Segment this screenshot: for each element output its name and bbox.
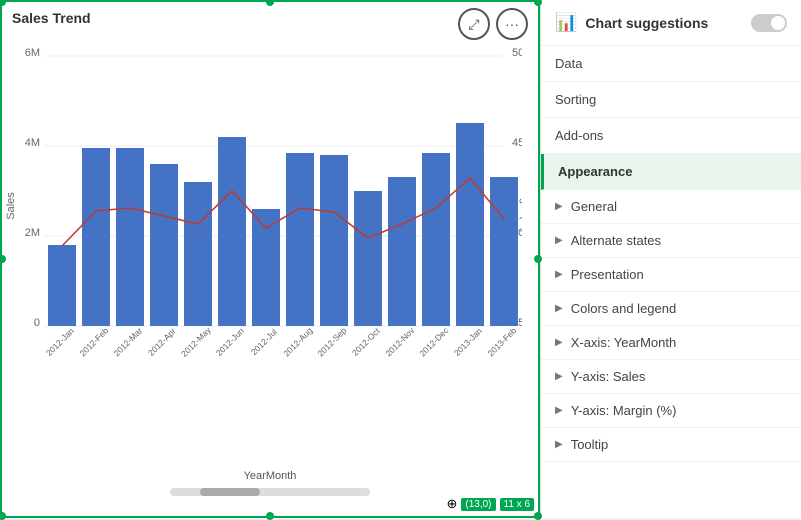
resize-handle-bm[interactable] — [266, 512, 274, 520]
section-x-axis-yearmonth[interactable]: ▶ X-axis: YearMonth — [541, 326, 801, 360]
section-tooltip[interactable]: ▶ Tooltip — [541, 428, 801, 462]
section-general-label: General — [571, 199, 617, 214]
bar-2012-oct[interactable] — [354, 191, 382, 326]
svg-text:2M: 2M — [25, 227, 40, 239]
corner-icon: ⊕ — [446, 496, 457, 512]
svg-text:2012-Jul: 2012-Jul — [249, 327, 279, 357]
section-presentation[interactable]: ▶ Presentation — [541, 258, 801, 292]
chevron-general: ▶ — [555, 201, 563, 212]
bar-2012-mar[interactable] — [116, 148, 144, 326]
svg-text:2012-Nov: 2012-Nov — [383, 325, 417, 359]
chevron-y-axis-margin: ▶ — [555, 405, 563, 416]
svg-text:2012-Jan: 2012-Jan — [44, 326, 76, 358]
section-general[interactable]: ▶ General — [541, 190, 801, 224]
svg-text:2012-Apr: 2012-Apr — [146, 326, 178, 358]
section-tooltip-label: Tooltip — [571, 437, 609, 452]
resize-handle-bl[interactable] — [0, 512, 6, 520]
svg-text:Margin (%): Margin (%) — [519, 179, 522, 233]
chart-container: ⤢ ··· Sales Trend 6M 4M 2M 0 50 45 40 35… — [0, 0, 540, 518]
section-alternate-states-label: Alternate states — [571, 233, 661, 248]
chevron-y-axis-sales: ▶ — [555, 371, 563, 382]
bar-2012-may[interactable] — [184, 182, 212, 326]
svg-text:2012-Feb: 2012-Feb — [77, 325, 110, 358]
chart-suggestions-icon: 📊 — [555, 12, 577, 33]
chart-corner-info: ⊕ (13,0) 11 x 6 — [446, 496, 534, 512]
svg-text:2012-Aug: 2012-Aug — [281, 325, 314, 358]
section-presentation-label: Presentation — [571, 267, 644, 282]
svg-text:2012-Mar: 2012-Mar — [111, 325, 144, 358]
svg-text:2012-Sep: 2012-Sep — [315, 325, 348, 358]
bar-2012-nov[interactable] — [388, 177, 416, 326]
bar-2012-jan[interactable] — [48, 245, 76, 326]
svg-text:Sales: Sales — [5, 192, 17, 220]
nav-item-appearance[interactable]: Appearance — [541, 154, 801, 190]
chart-scrollbar[interactable] — [170, 488, 370, 496]
panel-nav: Data Sorting Add-ons Appearance ▶ Genera… — [541, 46, 801, 462]
chevron-presentation: ▶ — [555, 269, 563, 280]
resize-handle-br[interactable] — [534, 512, 542, 520]
svg-text:2012-Oct: 2012-Oct — [350, 326, 382, 358]
nav-item-data[interactable]: Data — [541, 46, 801, 82]
section-colors-and-legend-label: Colors and legend — [571, 301, 677, 316]
svg-text:2012-Jun: 2012-Jun — [214, 326, 246, 358]
chart-svg: 6M 4M 2M 0 50 45 40 35 Sales Margin (%) — [2, 26, 522, 396]
section-y-axis-sales[interactable]: ▶ Y-axis: Sales — [541, 360, 801, 394]
section-y-axis-margin-label: Y-axis: Margin (%) — [571, 403, 677, 418]
bar-2013-jan[interactable] — [456, 123, 484, 326]
chevron-colors-and-legend: ▶ — [555, 303, 563, 314]
bar-2013-feb[interactable] — [490, 177, 518, 326]
scrollbar-thumb[interactable] — [200, 488, 260, 496]
panel-title: Chart suggestions — [585, 15, 708, 31]
bar-2012-apr[interactable] — [150, 164, 178, 326]
section-colors-and-legend[interactable]: ▶ Colors and legend — [541, 292, 801, 326]
bar-2012-sep[interactable] — [320, 155, 348, 326]
svg-text:45: 45 — [512, 137, 522, 149]
nav-item-addons[interactable]: Add-ons — [541, 118, 801, 154]
chart-visualization: 6M 4M 2M 0 50 45 40 35 Sales Margin (%) — [2, 26, 538, 406]
bar-2012-dec[interactable] — [422, 153, 450, 326]
corner-coords: (13,0) — [461, 498, 495, 511]
svg-text:2012-Dec: 2012-Dec — [417, 325, 451, 359]
panel-header-left: 📊 Chart suggestions — [555, 12, 708, 33]
chevron-tooltip: ▶ — [555, 439, 563, 450]
chevron-alternate-states: ▶ — [555, 235, 563, 246]
x-axis-label: YearMonth — [244, 470, 297, 482]
svg-text:50: 50 — [512, 47, 522, 59]
section-x-axis-yearmonth-label: X-axis: YearMonth — [571, 335, 677, 350]
svg-text:2012-May: 2012-May — [179, 324, 213, 358]
section-y-axis-margin[interactable]: ▶ Y-axis: Margin (%) — [541, 394, 801, 428]
right-panel: 📊 Chart suggestions Data Sorting Add-ons… — [540, 0, 801, 518]
svg-text:4M: 4M — [25, 137, 40, 149]
chevron-x-axis-yearmonth: ▶ — [555, 337, 563, 348]
svg-text:2013-Jan: 2013-Jan — [452, 326, 484, 358]
section-alternate-states[interactable]: ▶ Alternate states — [541, 224, 801, 258]
panel-header: 📊 Chart suggestions — [541, 0, 801, 46]
bar-2012-jun[interactable] — [218, 137, 246, 326]
svg-text:2013-Feb: 2013-Feb — [485, 325, 518, 358]
bar-2012-jul[interactable] — [252, 209, 280, 326]
section-y-axis-sales-label: Y-axis: Sales — [571, 369, 646, 384]
corner-size: 11 x 6 — [500, 498, 535, 511]
bar-2012-feb[interactable] — [82, 148, 110, 326]
bar-2012-aug[interactable] — [286, 153, 314, 326]
nav-item-sorting[interactable]: Sorting — [541, 82, 801, 118]
svg-text:0: 0 — [34, 317, 40, 329]
chart-suggestions-toggle[interactable] — [751, 14, 787, 32]
svg-text:6M: 6M — [25, 47, 40, 59]
